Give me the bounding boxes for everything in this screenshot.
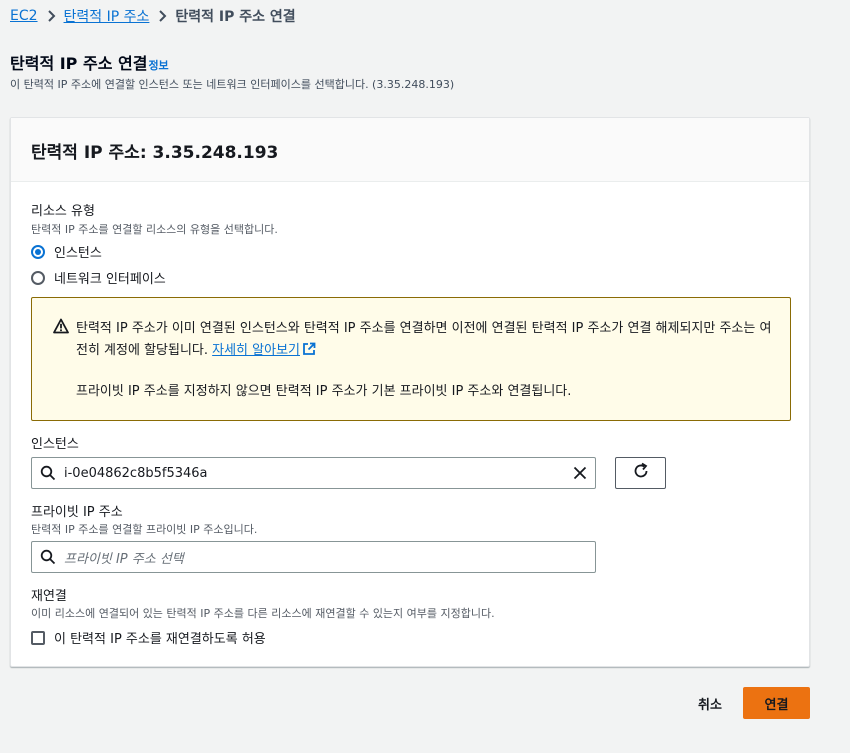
instance-value[interactable]: i-0e04862c8b5f5346a [64, 466, 565, 481]
alert-text: 탄력적 IP 주소가 이미 연결된 인스턴스와 탄력적 IP 주소를 연결하면 … [76, 321, 772, 358]
chevron-right-icon [149, 10, 175, 22]
reassociation-checkbox-label: 이 탄력적 IP 주소를 재연결하도록 허용 [54, 632, 266, 647]
warning-alert: 탄력적 IP 주소가 이미 연결된 인스턴스와 탄력적 IP 주소를 연결하면 … [31, 297, 791, 421]
private-ip-description: 탄력적 IP 주소를 연결할 프라이빗 IP 주소입니다. [31, 523, 258, 536]
resource-type-label: 리소스 유형 [31, 204, 95, 219]
page-header: 탄력적 IP 주소 연결 정보 [10, 50, 169, 74]
refresh-icon [632, 462, 650, 484]
search-icon [40, 549, 56, 565]
refresh-button[interactable] [615, 457, 666, 489]
radio-label-instance: 인스턴스 [54, 246, 102, 261]
panel-title: 탄력적 IP 주소: 3.35.248.193 [31, 143, 279, 163]
info-link[interactable]: 정보 [148, 57, 168, 73]
instance-label: 인스턴스 [31, 437, 79, 452]
instance-search-input[interactable]: i-0e04862c8b5f5346a [31, 457, 596, 489]
radio-network-interface[interactable]: 네트워크 인터페이스 [31, 268, 166, 287]
external-link-icon [302, 342, 316, 364]
associate-button[interactable]: 연결 [743, 687, 810, 719]
reassociation-checkbox-row[interactable]: 이 탄력적 IP 주소를 재연결하도록 허용 [31, 628, 266, 647]
learn-more-text: 자세히 알아보기 [212, 343, 300, 358]
radio-button[interactable] [31, 270, 45, 285]
breadcrumb-link-ec2[interactable]: EC2 [10, 8, 38, 24]
panel-header: 탄력적 IP 주소: 3.35.248.193 [11, 118, 809, 182]
radio-label-network-interface: 네트워크 인터페이스 [54, 272, 166, 287]
private-ip-label: 프라이빗 IP 주소 [31, 505, 123, 520]
resource-type-description: 탄력적 IP 주소를 연결할 리소스의 유형을 선택합니다. [31, 223, 278, 236]
clear-icon[interactable] [565, 458, 595, 488]
reassociation-label: 재연결 [31, 589, 67, 604]
reassociation-description: 이미 리소스에 연결되어 있는 탄력적 IP 주소를 다른 리소스에 재연결할 … [31, 607, 495, 620]
warning-icon [53, 318, 69, 334]
breadcrumb-link-elastic-ip[interactable]: 탄력적 IP 주소 [64, 6, 150, 26]
associate-panel: 탄력적 IP 주소: 3.35.248.193 리소스 유형 탄력적 IP 주소… [10, 117, 810, 667]
private-ip-select[interactable]: 프라이빗 IP 주소 선택 [31, 541, 596, 573]
learn-more-link[interactable]: 자세히 알아보기 [212, 342, 316, 358]
private-ip-placeholder[interactable]: 프라이빗 IP 주소 선택 [64, 548, 595, 567]
radio-instance[interactable]: 인스턴스 [31, 242, 102, 261]
reassociation-checkbox[interactable] [31, 630, 45, 645]
page-description: 이 탄력적 IP 주소에 연결할 인스턴스 또는 네트워크 인터페이스를 선택합… [10, 78, 455, 91]
radio-button[interactable] [31, 244, 45, 259]
alert-secondary-text: 프라이빗 IP 주소를 지정하지 않으면 탄력적 IP 주소가 기본 프라이빗 … [76, 384, 572, 399]
breadcrumb-current: 탄력적 IP 주소 연결 [175, 9, 296, 25]
chevron-right-icon [38, 10, 64, 22]
page-title: 탄력적 IP 주소 연결 [10, 54, 148, 73]
search-icon [40, 465, 56, 481]
cancel-button[interactable]: 취소 [686, 688, 734, 718]
alert-message: 탄력적 IP 주소가 이미 연결된 인스턴스와 탄력적 IP 주소를 연결하면 … [76, 318, 776, 364]
breadcrumb: EC2 탄력적 IP 주소 탄력적 IP 주소 연결 [10, 6, 296, 26]
